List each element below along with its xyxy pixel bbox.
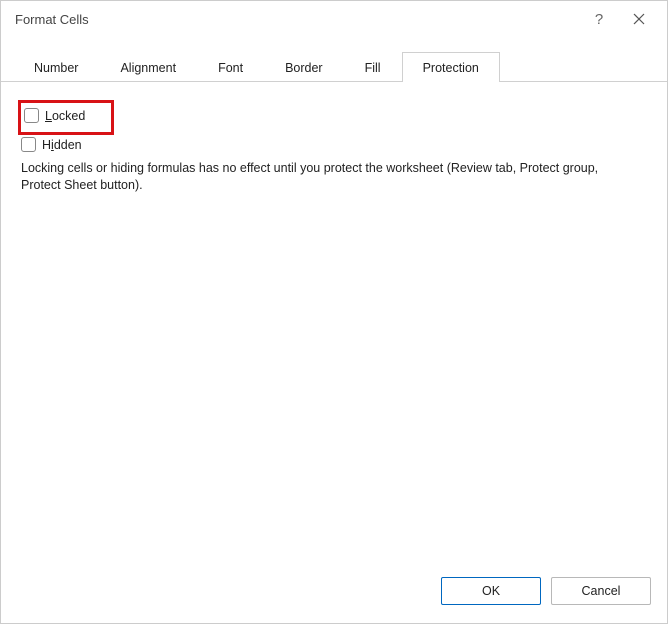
tab-alignment[interactable]: Alignment xyxy=(99,52,197,82)
titlebar: Format Cells ? xyxy=(1,1,667,37)
close-button[interactable] xyxy=(619,5,659,33)
dialog-title: Format Cells xyxy=(15,12,579,27)
cancel-button[interactable]: Cancel xyxy=(551,577,651,605)
hidden-checkbox[interactable] xyxy=(21,137,36,152)
protection-info-text: Locking cells or hiding formulas has no … xyxy=(21,160,641,194)
locked-highlight: Locked xyxy=(18,100,114,135)
tab-border[interactable]: Border xyxy=(264,52,344,82)
tab-font[interactable]: Font xyxy=(197,52,264,82)
locked-checkbox-row[interactable]: Locked xyxy=(24,108,85,123)
cancel-label: Cancel xyxy=(582,584,621,598)
locked-label: Locked xyxy=(45,109,85,123)
ok-button[interactable]: OK xyxy=(441,577,541,605)
tab-label: Protection xyxy=(423,61,479,75)
tabstrip: Number Alignment Font Border Fill Protec… xyxy=(1,51,667,82)
tab-label: Alignment xyxy=(120,61,176,75)
locked-checkbox[interactable] xyxy=(24,108,39,123)
format-cells-dialog: Format Cells ? Number Alignment Font Bor… xyxy=(0,0,668,624)
tab-label: Number xyxy=(34,61,78,75)
tab-label: Fill xyxy=(365,61,381,75)
close-icon xyxy=(633,13,645,25)
help-icon: ? xyxy=(595,11,603,28)
ok-label: OK xyxy=(482,584,500,598)
tab-label: Border xyxy=(285,61,323,75)
tab-protection[interactable]: Protection xyxy=(402,52,500,82)
tab-number[interactable]: Number xyxy=(13,52,99,82)
tab-label: Font xyxy=(218,61,243,75)
help-button[interactable]: ? xyxy=(579,5,619,33)
tab-fill[interactable]: Fill xyxy=(344,52,402,82)
button-bar: OK Cancel xyxy=(1,565,667,623)
hidden-checkbox-row[interactable]: Hidden xyxy=(21,137,82,152)
tab-content-protection: Locked Hidden Locking cells or hiding fo… xyxy=(1,82,667,565)
hidden-label: Hidden xyxy=(42,138,82,152)
